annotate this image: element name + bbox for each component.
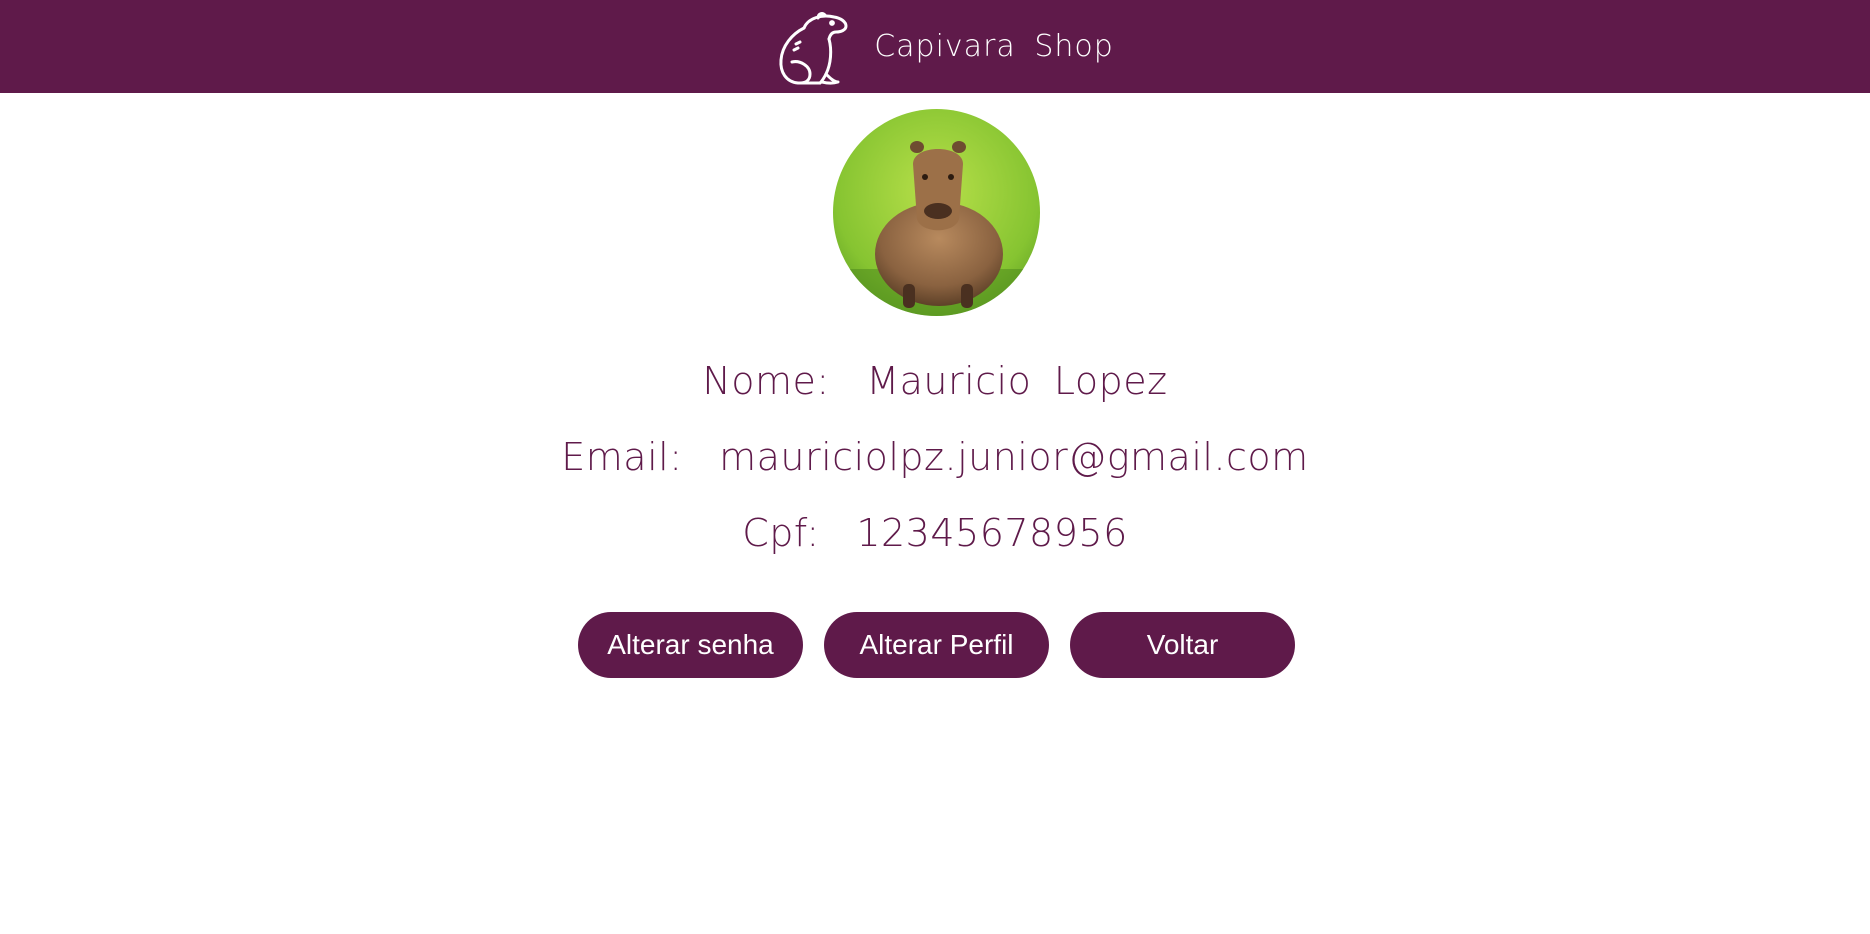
brand[interactable]: Capivara Shop (774, 8, 1114, 86)
profile-name-row: Nome: Mauricio Lopez (0, 359, 1870, 403)
change-password-button[interactable]: Alterar senha (578, 612, 803, 678)
email-label: Email: (561, 435, 683, 479)
edit-profile-button[interactable]: Alterar Perfil (824, 612, 1049, 678)
cpf-label: Cpf: (742, 511, 820, 555)
avatar (833, 109, 1040, 316)
profile-email-row: Email: mauriciolpz.junior@gmail.com (0, 435, 1870, 479)
capybara-logo-icon (779, 11, 848, 85)
name-value: Mauricio Lopez (866, 359, 1168, 403)
name-label: Nome: (702, 359, 830, 403)
cpf-value: 12345678956 (856, 511, 1128, 555)
brand-name: Capivara Shop (874, 29, 1114, 64)
profile-cpf-row: Cpf: 12345678956 (0, 511, 1870, 555)
capybara-photo-icon (833, 109, 1040, 316)
email-value: mauriciolpz.junior@gmail.com (719, 435, 1309, 479)
profile-actions: Alterar senha Alterar Perfil Voltar (578, 612, 1295, 678)
back-button[interactable]: Voltar (1070, 612, 1295, 678)
profile-page: Nome: Mauricio Lopez Email: mauriciolpz.… (0, 93, 1870, 934)
top-header: Capivara Shop (0, 0, 1870, 93)
